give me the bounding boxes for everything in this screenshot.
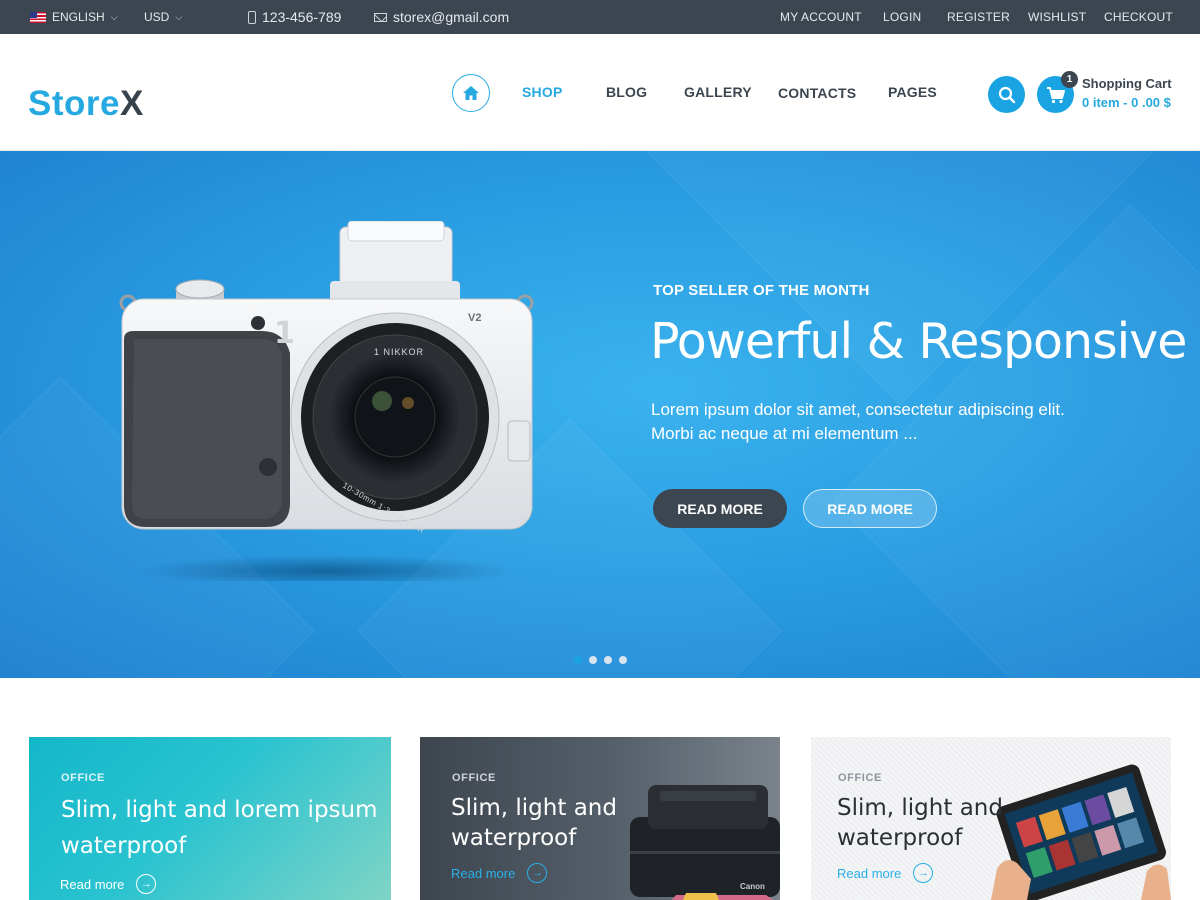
arrow-right-circle-icon: → <box>527 863 548 883</box>
register-link[interactable]: REGISTER <box>947 0 1010 34</box>
card-title-line-1: Slim, light and lorem ipsum <box>61 797 378 823</box>
checkout-link[interactable]: CHECKOUT <box>1104 0 1173 34</box>
email-contact[interactable]: storex@gmail.com <box>374 0 509 34</box>
card-title-line-2: waterproof <box>451 825 577 851</box>
chevron-down-icon: ⌵ <box>110 11 118 22</box>
card-title-line-2: waterproof <box>837 825 963 851</box>
promo-card-2[interactable]: Canon OFFICE Slim, light and waterproof … <box>420 737 780 900</box>
card-title: Slim, light and waterproof <box>837 793 1003 853</box>
slide-dot-3[interactable] <box>604 656 612 664</box>
chevron-down-icon: ⌵ <box>175 11 183 22</box>
card-title-line-1: Slim, light and <box>837 795 1003 821</box>
wishlist-link[interactable]: WISHLIST <box>1028 0 1086 34</box>
card-category: OFFICE <box>838 772 882 784</box>
card-read-more-link[interactable]: Read more → <box>451 863 548 883</box>
nav-pages[interactable]: PAGES <box>888 84 937 100</box>
flag-us-icon <box>30 11 46 23</box>
hero-description: Lorem ipsum dolor sit amet, consectetur … <box>651 400 1065 443</box>
slide-dot-2[interactable] <box>589 656 597 664</box>
card-category: OFFICE <box>61 772 105 784</box>
home-icon <box>463 86 479 100</box>
cart-icon <box>1046 86 1065 103</box>
read-more-label: Read more <box>451 865 516 881</box>
currency-selector[interactable]: USD ⌵ <box>144 0 182 34</box>
camera-image: 1 V2 1 NIKKOR 10-30mm 1:3.5-5.6 VR <box>119 221 534 581</box>
top-bar: ENGLISH ⌵ USD ⌵ 123-456-789 storex@gmail… <box>0 0 1200 34</box>
site-header: StoreX SHOP BLOG GALLERY CONTACTS PAGES … <box>0 34 1200 151</box>
camera-model-text: V2 <box>468 312 481 324</box>
logo[interactable]: StoreX <box>28 84 144 124</box>
nav-shop[interactable]: SHOP <box>522 84 562 100</box>
read-more-label: Read more <box>60 876 125 892</box>
read-more-label: Read more <box>837 865 902 881</box>
slide-dot-4[interactable] <box>619 656 627 664</box>
arrow-right-circle-icon: → <box>136 874 157 894</box>
arrow-right-circle-icon: → <box>913 863 934 883</box>
promo-card-3[interactable]: OFFICE Slim, light and waterproof Read m… <box>811 737 1171 900</box>
hero-slider: 1 V2 1 NIKKOR 10-30mm 1:3.5-5.6 VR TOP S… <box>0 151 1200 678</box>
card-title-line-1: Slim, light and <box>451 795 617 821</box>
mail-icon <box>374 12 387 22</box>
phone-number: 123-456-789 <box>262 9 342 25</box>
card-read-more-link[interactable]: Read more → <box>60 874 157 894</box>
home-button[interactable] <box>452 74 490 112</box>
language-label: ENGLISH <box>52 10 105 24</box>
card-title-line-2: waterproof <box>61 833 187 859</box>
printer-image: Canon <box>630 785 780 900</box>
logo-main: Store <box>28 84 120 123</box>
language-selector[interactable]: ENGLISH ⌵ <box>30 0 118 34</box>
cart-summary[interactable]: 0 item - 0 .00 $ <box>1082 95 1171 110</box>
cart-count-badge: 1 <box>1061 71 1078 88</box>
printer-brand-text: Canon <box>740 882 765 891</box>
logo-accent: X <box>119 84 144 123</box>
svg-text:1: 1 <box>274 316 295 351</box>
card-title: Slim, light and waterproof <box>451 793 617 853</box>
card-title: Slim, light and lorem ipsum waterproof <box>61 795 381 861</box>
phone-contact: 123-456-789 <box>248 0 341 34</box>
card-read-more-link[interactable]: Read more → <box>837 863 934 883</box>
read-more-secondary-button[interactable]: READ MORE <box>803 489 937 528</box>
currency-label: USD <box>144 10 170 24</box>
phone-icon <box>248 10 256 24</box>
slide-dot-1[interactable] <box>574 656 582 664</box>
hero-title: Powerful & Responsive <box>650 313 1187 370</box>
nav-contacts[interactable]: CONTACTS <box>778 85 856 101</box>
hero-kicker: TOP SELLER OF THE MONTH <box>653 282 870 299</box>
card-category: OFFICE <box>452 772 496 784</box>
camera-brand-text: 1 NIKKOR <box>374 347 424 357</box>
read-more-primary-button[interactable]: READ MORE <box>653 489 787 528</box>
search-button[interactable] <box>988 76 1025 113</box>
nav-blog[interactable]: BLOG <box>606 84 647 100</box>
slider-pagination <box>574 656 627 664</box>
nav-gallery[interactable]: GALLERY <box>684 84 752 100</box>
search-icon <box>998 86 1015 103</box>
promo-card-1[interactable]: OFFICE Slim, light and lorem ipsum water… <box>29 737 391 900</box>
my-account-link[interactable]: MY ACCOUNT <box>780 0 862 34</box>
cart-title[interactable]: Shopping Cart <box>1082 76 1172 91</box>
tablet-image <box>991 764 1171 900</box>
login-link[interactable]: LOGIN <box>883 0 921 34</box>
email-address: storex@gmail.com <box>393 9 510 25</box>
